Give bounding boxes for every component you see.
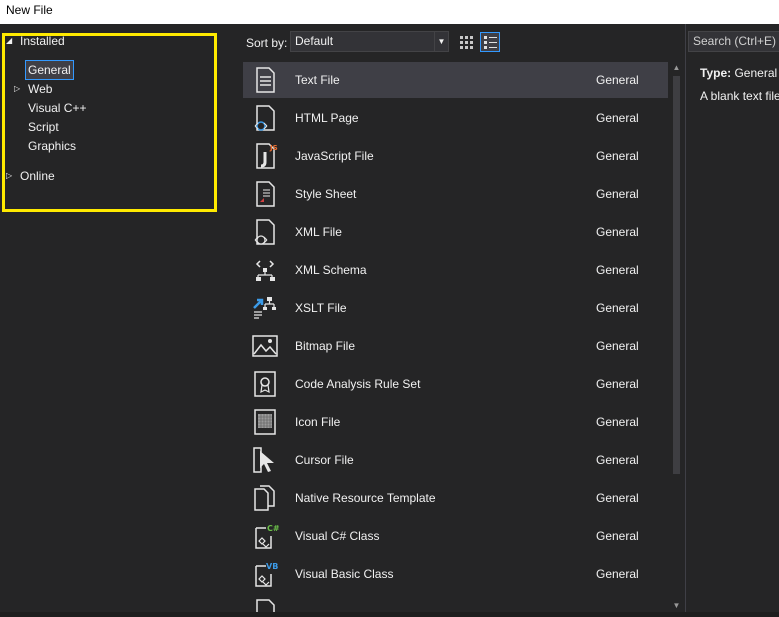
tree-node-installed[interactable]: Installed bbox=[20, 32, 65, 50]
template-row[interactable]: Cursor File General bbox=[243, 442, 668, 478]
template-category: General bbox=[596, 529, 639, 543]
tree-item-script[interactable]: Script bbox=[28, 118, 59, 136]
sort-value: Default bbox=[295, 34, 334, 48]
template-category: General bbox=[596, 453, 639, 467]
sort-dropdown[interactable]: Default ▼ bbox=[290, 31, 449, 52]
template-row[interactable]: C# Visual C# Class General bbox=[243, 518, 668, 554]
tree-item-general[interactable]: General bbox=[25, 60, 74, 80]
template-row[interactable]: Native Resource Template General bbox=[243, 480, 668, 516]
template-name: Code Analysis Rule Set bbox=[295, 377, 421, 391]
resource-template-icon bbox=[254, 485, 275, 511]
template-name: JavaScript File bbox=[295, 149, 374, 163]
template-category: General bbox=[596, 263, 639, 277]
csharp-class-icon: C# bbox=[255, 524, 279, 549]
template-row-partial[interactable] bbox=[243, 594, 668, 612]
search-input[interactable]: Search (Ctrl+E) bbox=[688, 31, 779, 52]
svg-text:JS: JS bbox=[269, 144, 278, 152]
template-row[interactable]: JS JavaScript File General bbox=[243, 138, 668, 174]
details-pane: Search (Ctrl+E) Type: General A blank te… bbox=[685, 24, 779, 612]
collapse-arrow-icon[interactable]: ◢ bbox=[6, 36, 12, 45]
type-info: Type: General bbox=[700, 66, 777, 80]
template-row[interactable]: Icon File General bbox=[243, 404, 668, 440]
template-category: General bbox=[596, 491, 639, 505]
icon-file-icon bbox=[254, 409, 276, 435]
template-category: General bbox=[596, 339, 639, 353]
sort-label: Sort by: bbox=[246, 36, 288, 50]
template-category: General bbox=[596, 149, 639, 163]
type-label: Type: bbox=[700, 66, 732, 80]
template-name: HTML Page bbox=[295, 111, 359, 125]
template-row[interactable]: Text File General bbox=[243, 62, 668, 98]
xslt-file-icon bbox=[253, 297, 276, 319]
tree-item-visual-cpp[interactable]: Visual C++ bbox=[28, 99, 86, 117]
javascript-file-icon: JS bbox=[256, 143, 278, 169]
template-row[interactable]: Bitmap File General bbox=[243, 328, 668, 364]
template-list-pane: Sort by: Default ▼ Text File General HTM… bbox=[238, 24, 685, 612]
template-row[interactable]: VB Visual Basic Class General bbox=[243, 556, 668, 592]
template-tree-pane: ◢ Installed General ▷ Web Visual C++ Scr… bbox=[0, 24, 238, 612]
template-description: A blank text file bbox=[700, 89, 779, 103]
template-name: Cursor File bbox=[295, 453, 354, 467]
scroll-thumb[interactable] bbox=[673, 76, 680, 474]
template-row[interactable]: Code Analysis Rule Set General bbox=[243, 366, 668, 402]
cursor-file-icon bbox=[253, 447, 274, 473]
template-name: XML File bbox=[295, 225, 342, 239]
chevron-down-icon[interactable]: ▼ bbox=[434, 32, 448, 51]
vb-class-icon: VB bbox=[255, 562, 278, 587]
html-page-icon bbox=[254, 105, 275, 131]
template-row[interactable]: XML File General bbox=[243, 214, 668, 250]
template-category: General bbox=[596, 225, 639, 239]
svg-text:VB: VB bbox=[266, 562, 278, 571]
template-name: Text File bbox=[295, 73, 340, 87]
style-sheet-icon bbox=[256, 181, 275, 207]
template-list: Text File General HTML Page General JS J… bbox=[243, 62, 668, 612]
template-category: General bbox=[596, 111, 639, 125]
text-file-icon bbox=[256, 67, 275, 93]
bottom-strip bbox=[0, 612, 779, 617]
bitmap-file-icon bbox=[252, 335, 278, 357]
template-row[interactable]: XSLT File General bbox=[243, 290, 668, 326]
template-row[interactable]: HTML Page General bbox=[243, 100, 668, 136]
template-name: Icon File bbox=[295, 415, 341, 429]
template-row[interactable]: XML Schema General bbox=[243, 252, 668, 288]
small-icons-view-button[interactable] bbox=[456, 32, 476, 52]
window-title: New File bbox=[0, 0, 779, 24]
list-view-button[interactable] bbox=[480, 32, 500, 52]
tree-item-web[interactable]: Web bbox=[28, 80, 52, 98]
xml-file-icon bbox=[254, 219, 275, 245]
template-category: General bbox=[596, 73, 639, 87]
template-category: General bbox=[596, 415, 639, 429]
template-name: Visual Basic Class bbox=[295, 567, 394, 581]
template-category: General bbox=[596, 301, 639, 315]
list-view-icon bbox=[483, 35, 497, 49]
scroll-down-icon[interactable]: ▼ bbox=[670, 600, 683, 612]
template-row[interactable]: Style Sheet General bbox=[243, 176, 668, 212]
scroll-up-icon[interactable]: ▲ bbox=[670, 62, 683, 74]
xml-schema-icon bbox=[255, 260, 275, 281]
template-category: General bbox=[596, 377, 639, 391]
file-icon bbox=[256, 599, 275, 612]
svg-text:C#: C# bbox=[267, 524, 279, 533]
rule-set-icon bbox=[254, 371, 276, 397]
tree-item-graphics[interactable]: Graphics bbox=[28, 137, 76, 155]
template-name: XML Schema bbox=[295, 263, 367, 277]
template-name: XSLT File bbox=[295, 301, 347, 315]
template-category: General bbox=[596, 567, 639, 581]
tree-node-online[interactable]: Online bbox=[20, 167, 55, 185]
template-name: Style Sheet bbox=[295, 187, 357, 201]
template-name: Native Resource Template bbox=[295, 491, 436, 505]
type-value: General bbox=[734, 66, 778, 80]
grid-view-icon bbox=[459, 35, 473, 49]
template-name: Visual C# Class bbox=[295, 529, 380, 543]
template-name: Bitmap File bbox=[295, 339, 356, 353]
template-category: General bbox=[596, 187, 639, 201]
expand-arrow-icon[interactable]: ▷ bbox=[14, 84, 20, 93]
expand-arrow-icon[interactable]: ▷ bbox=[6, 171, 12, 180]
list-scrollbar[interactable]: ▲ ▼ bbox=[670, 62, 683, 612]
